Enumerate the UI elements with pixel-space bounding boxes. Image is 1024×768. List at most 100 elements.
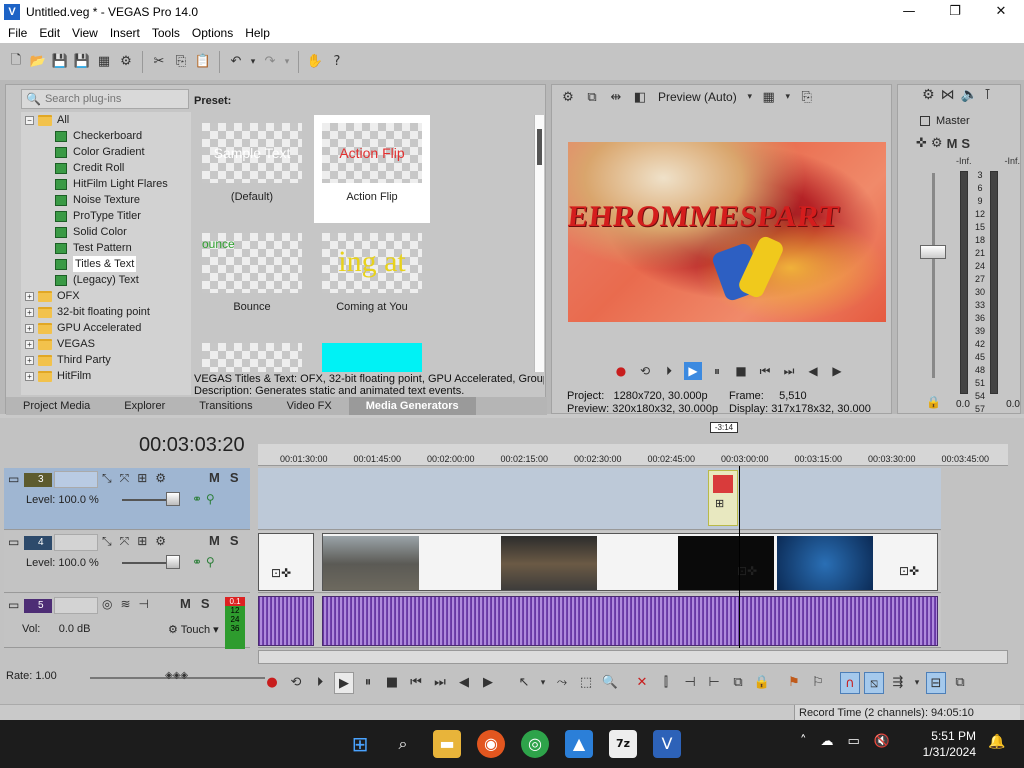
lock-envelopes-icon[interactable]: ⊟: [926, 672, 946, 694]
track-name-field[interactable]: [54, 597, 98, 614]
stop-icon[interactable]: ■: [382, 672, 402, 694]
tab-explorer[interactable]: Explorer: [107, 397, 182, 415]
minimize-button[interactable]: —: [886, 0, 932, 23]
expand-toggle-icon[interactable]: +: [25, 355, 34, 365]
notification-bell-icon[interactable]: 🔔: [988, 734, 1005, 750]
stop-icon[interactable]: ■: [732, 362, 750, 380]
lock-icon[interactable]: 🔒: [926, 395, 941, 409]
trim-end-icon[interactable]: ⊢: [704, 672, 724, 694]
parent-motion-icon[interactable]: ⤧: [120, 471, 130, 486]
plugin-tree-item[interactable]: Credit Roll: [21, 160, 191, 176]
envelope-tool-icon[interactable]: ⤳: [552, 672, 572, 694]
plugin-tree-item[interactable]: Checkerboard: [21, 128, 191, 144]
next-frame-icon[interactable]: ▶: [828, 362, 846, 380]
maximize-button[interactable]: ❐: [932, 0, 978, 23]
master-mute-button[interactable]: M: [947, 136, 958, 151]
external-monitor-icon[interactable]: ⧉: [582, 90, 602, 105]
undo-dropdown-icon[interactable]: ▾: [248, 51, 258, 73]
preset-default[interactable]: Sample Text (Default): [194, 115, 310, 223]
play-icon[interactable]: ▶: [334, 672, 354, 694]
copy-snapshot-icon[interactable]: ⎘: [797, 90, 817, 105]
collapse-icon[interactable]: ▭: [8, 472, 19, 486]
record-icon[interactable]: ●: [262, 672, 282, 694]
network-icon[interactable]: ☁: [821, 734, 834, 749]
go-to-end-icon[interactable]: ⏭: [780, 362, 798, 380]
playhead-cursor[interactable]: [739, 466, 740, 648]
lock-faders-icon[interactable]: ⊺: [984, 87, 991, 103]
parent-motion-icon[interactable]: ⤧: [120, 534, 130, 549]
preview-settings-gear-icon[interactable]: ⚙: [558, 90, 578, 105]
paste-icon[interactable]: 📋: [193, 51, 213, 73]
menu-insert[interactable]: Insert: [104, 26, 146, 40]
preset-scrollbar[interactable]: [534, 115, 544, 372]
preview-quality-dropdown[interactable]: Preview (Auto): [658, 90, 737, 104]
7zip-icon[interactable]: 7z: [609, 730, 637, 758]
audio-event-clip[interactable]: [258, 596, 314, 646]
tab-media-generators[interactable]: Media Generators: [348, 397, 476, 415]
solo-button[interactable]: S: [201, 596, 210, 611]
automation-mode-dropdown[interactable]: ⚙ Touch ▾: [168, 623, 219, 636]
menu-edit[interactable]: Edit: [33, 26, 66, 40]
go-to-start-icon[interactable]: ⏮: [406, 672, 426, 694]
insert-marker-icon[interactable]: ⚑: [784, 672, 804, 694]
compositing-mode-icon[interactable]: ⤡: [102, 534, 112, 549]
whats-this-help-icon[interactable]: ?: [327, 51, 347, 73]
video-event-clip[interactable]: ⊡✜: [258, 533, 314, 591]
copy-icon[interactable]: ⎘: [171, 51, 191, 73]
fx-gear-icon[interactable]: ⚙: [931, 136, 943, 151]
windows-start-icon[interactable]: ⊞: [346, 730, 374, 758]
plugin-tree-item[interactable]: − All: [21, 112, 191, 128]
insert-region-icon[interactable]: ⚐: [808, 672, 828, 694]
close-button[interactable]: ✕: [978, 0, 1024, 23]
undo-icon[interactable]: ↶: [226, 51, 246, 73]
grid-overlay-icon[interactable]: ▦: [759, 90, 779, 105]
master-solo-button[interactable]: S: [961, 136, 970, 151]
pause-icon[interactable]: ⏸: [708, 362, 726, 380]
event-fx-icon[interactable]: ⊞: [715, 497, 724, 510]
preset-coming-at-you[interactable]: ing at Coming at You: [314, 225, 430, 333]
tab-transitions[interactable]: Transitions: [182, 397, 269, 415]
redo-icon[interactable]: ↷: [260, 51, 280, 73]
trim-start-icon[interactable]: ⊣: [680, 672, 700, 694]
downmix-icon[interactable]: ⋈: [941, 87, 955, 103]
solo-button[interactable]: S: [230, 533, 239, 548]
track-name-field[interactable]: [54, 534, 98, 551]
track-fx-icon[interactable]: ⊣: [139, 597, 149, 611]
time-ruler[interactable]: 00:01:30:00 00:01:45:00 00:02:00:00 00:02:1…: [258, 444, 1008, 466]
expand-toggle-icon[interactable]: +: [25, 323, 34, 333]
menu-tools[interactable]: Tools: [146, 26, 186, 40]
redo-dropdown-icon[interactable]: ▾: [282, 51, 292, 73]
plugin-tree-item[interactable]: ProType Titler: [21, 208, 191, 224]
delete-icon[interactable]: ✕: [632, 672, 652, 694]
chevron-down-icon[interactable]: ▾: [538, 672, 548, 694]
tab-video-fx[interactable]: Video FX: [270, 397, 349, 415]
properties-gear-icon[interactable]: ⚙: [116, 51, 136, 73]
previous-frame-icon[interactable]: ◀: [804, 362, 822, 380]
mute-button[interactable]: M: [180, 596, 191, 611]
pan-crop-icon[interactable]: ⊡✜: [899, 564, 919, 578]
chrome-icon[interactable]: ◎: [521, 730, 549, 758]
track-lane-4[interactable]: ⊡✜ ⊡✜ ⊡✜: [258, 531, 941, 593]
go-to-end-icon[interactable]: ⏭: [430, 672, 450, 694]
chevron-down-icon[interactable]: ▾: [783, 92, 793, 102]
play-from-start-icon[interactable]: ⏵: [660, 362, 678, 380]
plugin-tree-item[interactable]: + HitFilm: [21, 368, 191, 384]
menu-help[interactable]: Help: [239, 26, 276, 40]
chevron-down-icon[interactable]: ▾: [745, 92, 755, 102]
play-from-start-icon[interactable]: ⏵: [310, 672, 330, 694]
auto-crossfade-icon[interactable]: ⧅: [864, 672, 884, 694]
go-to-start-icon[interactable]: ⏮: [756, 362, 774, 380]
arm-record-icon[interactable]: ◎: [102, 597, 112, 611]
render-icon[interactable]: ▦: [94, 51, 114, 73]
gear-icon[interactable]: ⚙: [922, 87, 935, 103]
composite-child-icon[interactable]: ⚭ ⚲: [192, 492, 215, 506]
track-header-3[interactable]: ▭ 3 ⤡ ⤧ ⊞ ⚙ M S Level: 100.0 % ⚭ ⚲: [4, 468, 250, 530]
menu-file[interactable]: File: [2, 26, 33, 40]
zoom-tool-icon[interactable]: 🔍: [600, 672, 620, 694]
new-project-icon[interactable]: 🗋: [6, 51, 26, 73]
master-fader-track[interactable]: [932, 173, 935, 378]
cut-icon[interactable]: ✂: [149, 51, 169, 73]
save-icon[interactable]: 💾: [50, 51, 70, 73]
menu-options[interactable]: Options: [186, 26, 239, 40]
preset-action-flip[interactable]: Action Flip Action Flip: [314, 115, 430, 223]
